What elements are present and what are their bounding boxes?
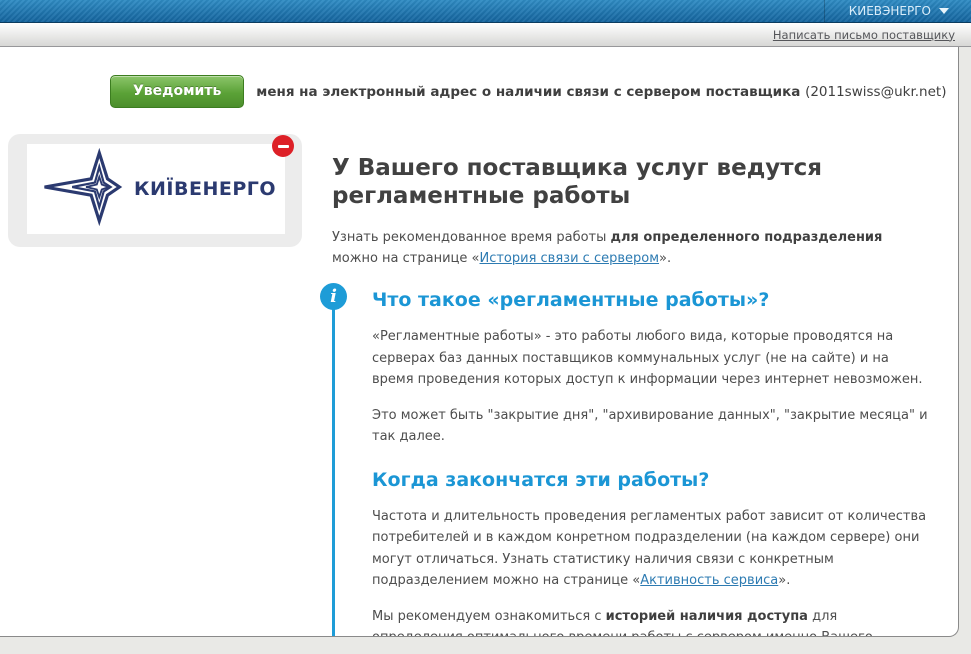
- question-1-title: Что такое «регламентные работы»?: [372, 289, 932, 311]
- question-2-paragraph-1: Частота и длительность проведения реглам…: [372, 506, 932, 592]
- question-1-paragraph-1: «Регламентные работы» - это работы любог…: [372, 326, 932, 391]
- service-activity-link[interactable]: Активность сервиса: [640, 573, 778, 588]
- provider-card[interactable]: КИЇВЕНЕРГО: [8, 134, 302, 247]
- notify-button[interactable]: Уведомить: [110, 75, 244, 108]
- provider-card-inner: КИЇВЕНЕРГО: [27, 144, 285, 234]
- content-row: КИЇВЕНЕРГО У Вашего поставщика услуг вед…: [0, 134, 958, 637]
- main-column: У Вашего поставщика услуг ведутся реглам…: [332, 134, 932, 637]
- provider-dropdown[interactable]: КИЕВЭНЕРГО: [824, 0, 971, 22]
- intro-paragraph: Узнать рекомендованное время работы для …: [332, 227, 912, 269]
- kyivenergo-star-logo-icon: [36, 148, 128, 230]
- provider-logo-text: КИЇВЕНЕРГО: [134, 178, 276, 200]
- question-2-paragraph-2: Мы рекомендуем ознакомиться с историей н…: [372, 606, 932, 638]
- notify-description-bold: меня на электронный адрес о наличии связ…: [256, 84, 800, 100]
- q2p2-bold: историей наличия доступа: [606, 609, 808, 624]
- intro-mid: можно на странице «: [332, 251, 479, 266]
- notify-row: Уведомить меня на электронный адрес о на…: [0, 47, 958, 108]
- server-history-link[interactable]: История связи с сервером: [479, 251, 659, 266]
- provider-topbar: КИЕВЭНЕРГО: [0, 0, 971, 23]
- info-block: i Что такое «регламентные работы»? «Регл…: [332, 285, 932, 637]
- question-2-title: Когда закончатся эти работы?: [372, 469, 932, 491]
- provider-dropdown-label: КИЕВЭНЕРГО: [849, 4, 931, 18]
- notify-email: (2011swiss@ukr.net): [805, 84, 946, 100]
- chevron-down-icon: [939, 8, 949, 14]
- intro-pre: Узнать рекомендованное время работы: [332, 230, 611, 245]
- write-letter-link[interactable]: Написать письмо поставщику: [773, 28, 955, 42]
- minus-icon: [278, 145, 289, 148]
- info-icon: i: [320, 283, 347, 310]
- status-badge-offline: [272, 135, 294, 157]
- question-1-paragraph-2: Это может быть "закрытие дня", "архивиро…: [372, 405, 932, 448]
- sub-toolbar: Написать письмо поставщику: [0, 23, 971, 47]
- intro-post: ».: [659, 251, 671, 266]
- intro-bold: для определенного подразделения: [611, 230, 883, 245]
- page-title: У Вашего поставщика услуг ведутся реглам…: [332, 154, 822, 210]
- notify-description: меня на электронный адрес о наличии связ…: [256, 84, 946, 100]
- main-panel: Уведомить меня на электронный адрес о на…: [0, 47, 959, 637]
- q2p2-pre: Мы рекомендуем ознакомиться с: [372, 609, 606, 624]
- q2p1-post: ».: [778, 573, 790, 588]
